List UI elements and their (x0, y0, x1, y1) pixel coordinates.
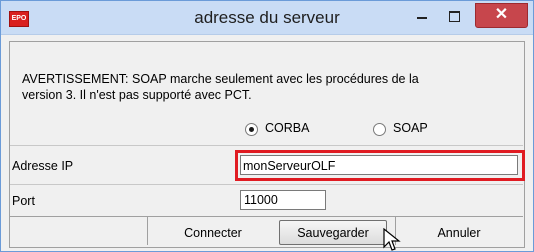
port-input[interactable]: 11000 (240, 190, 326, 210)
radio-soap-circle[interactable] (373, 123, 386, 136)
cancel-button[interactable]: Annuler (396, 222, 522, 244)
radio-soap-label: SOAP (393, 121, 428, 135)
warning-line-2: version 3. Il n'est pas supporté avec PC… (22, 88, 252, 102)
port-label: Port (12, 194, 35, 208)
radio-corba-circle[interactable] (245, 123, 258, 136)
mouse-cursor-icon (383, 228, 401, 251)
title-bar[interactable]: EPO adresse du serveur ✕ (1, 1, 533, 35)
radio-corba-label: CORBA (265, 121, 310, 135)
ip-label: Adresse IP (12, 159, 74, 173)
soap-warning: AVERTISSEMENT: SOAP marche seulement ave… (22, 71, 512, 103)
warning-line-1: AVERTISSEMENT: SOAP marche seulement ave… (22, 72, 419, 86)
maximize-button[interactable] (441, 6, 469, 28)
save-button[interactable]: Sauvegarder (279, 220, 387, 245)
maximize-icon (449, 11, 460, 22)
divider-top (10, 145, 523, 146)
ip-input[interactable]: monServeurOLF (240, 155, 518, 175)
close-icon: ✕ (494, 6, 509, 23)
connect-button[interactable]: Connecter (148, 222, 278, 244)
minimize-button[interactable] (408, 6, 436, 28)
minimize-icon (417, 17, 427, 19)
divider-middle (10, 184, 523, 185)
close-button[interactable]: ✕ (475, 3, 528, 28)
